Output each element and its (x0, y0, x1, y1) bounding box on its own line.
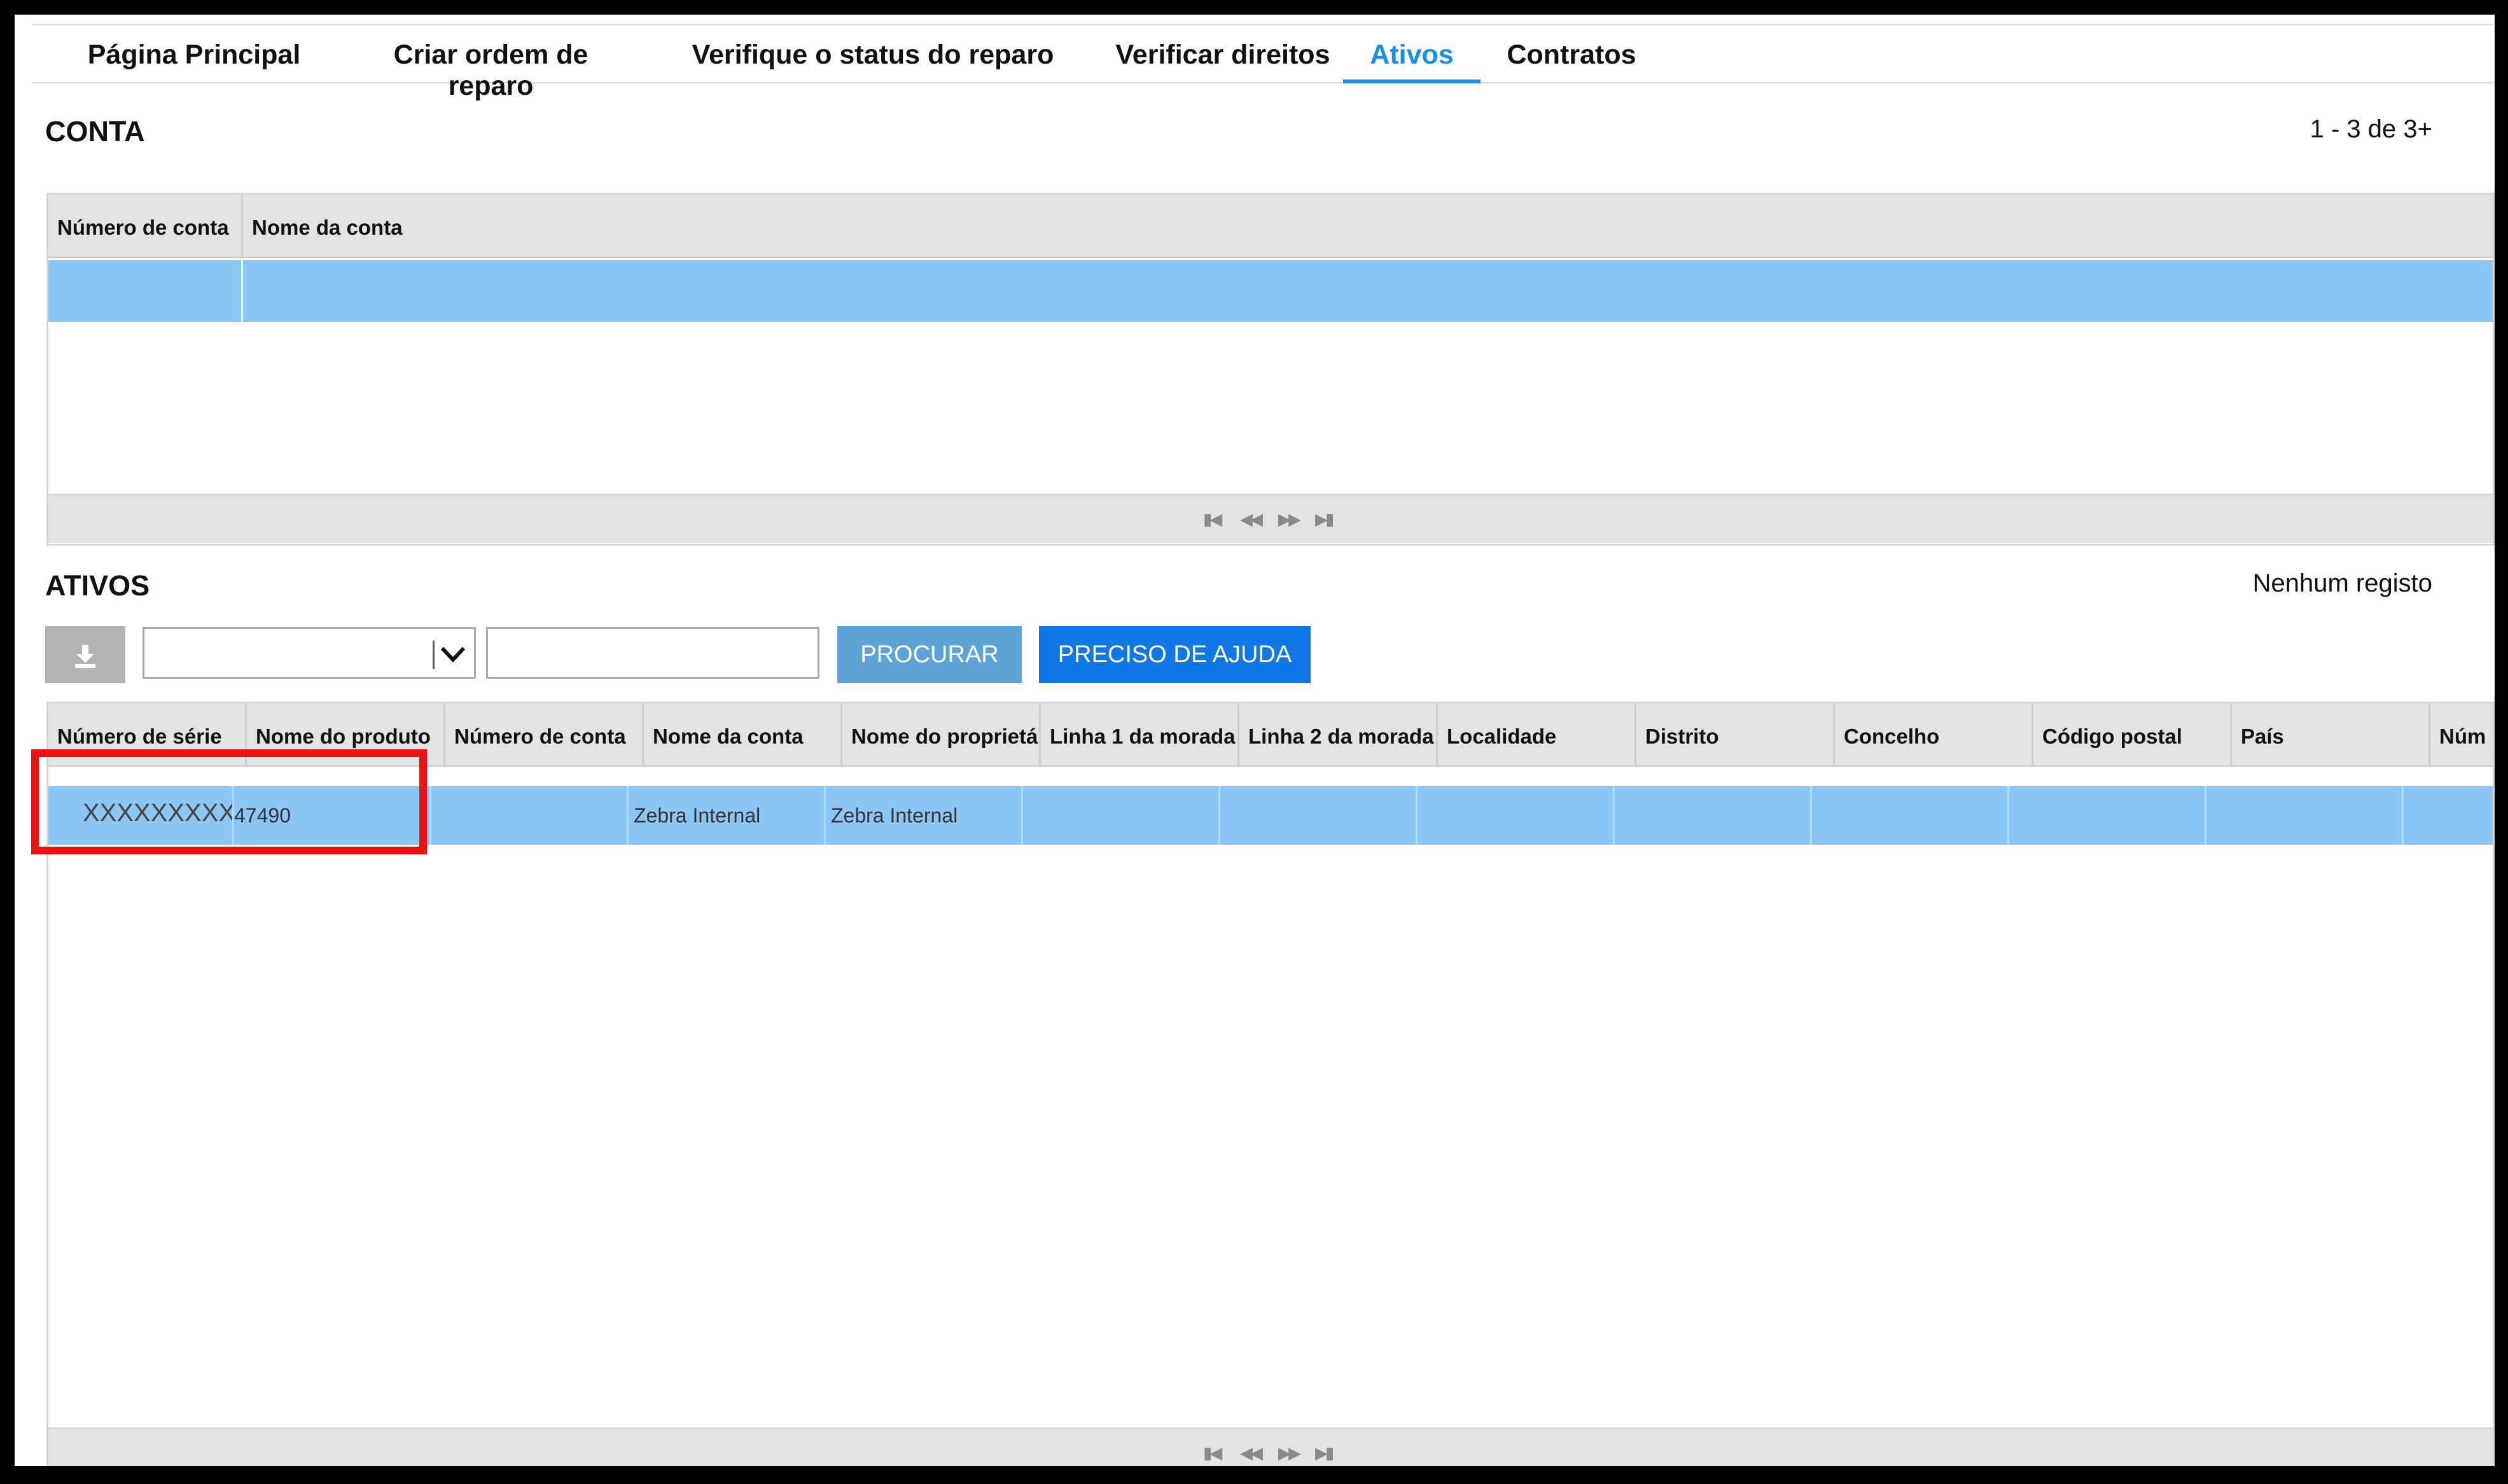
select-divider (433, 641, 435, 669)
chevron-down-icon (440, 646, 466, 663)
tab-contratos[interactable]: Contratos (1482, 25, 1661, 83)
tab-verifique-status-reparo[interactable]: Verifique o status do reparo (686, 25, 1059, 83)
highlight-box (31, 749, 427, 854)
cell-linha-1-da-morada: Zebra Internal (826, 786, 1023, 845)
prev-page-icon[interactable]: ◀◀ (1240, 510, 1263, 529)
tab-pagina-principal[interactable]: Página Principal (76, 25, 312, 83)
top-navigation: Página Principal Criar ordem de reparo V… (32, 24, 2493, 101)
first-page-icon[interactable]: ▮◀ (1203, 510, 1222, 529)
cell-nome-da-conta (431, 786, 629, 845)
cell-localidade (1220, 786, 1418, 845)
column-header-nome-da-conta[interactable]: Nome da conta (644, 704, 842, 765)
search-field-select[interactable] (143, 627, 476, 679)
procurar-button[interactable]: PROCURAR (837, 626, 1022, 683)
column-header-numero-de-conta[interactable]: Número de conta (48, 195, 243, 256)
column-header-nome-da-conta[interactable]: Nome da conta (243, 195, 2493, 256)
ativos-pager: ▮◀ ◀◀ ▶▶ ▶▮ (48, 1427, 2493, 1466)
preciso-de-ajuda-button[interactable]: PRECISO DE AJUDA (1039, 626, 1311, 683)
column-header-codigo-postal[interactable]: Código postal (2033, 704, 2232, 765)
column-header-linha-2-da-morada[interactable]: Linha 2 da morada (1239, 704, 1438, 765)
cell-extra (2206, 786, 2404, 845)
cell-numero-de-conta (48, 260, 243, 322)
ativos-record-count: Nenhum registo (2252, 569, 2432, 597)
cell-nome-do-proprietario: Zebra Internal (629, 786, 826, 845)
prev-page-icon[interactable]: ◀◀ (1240, 1443, 1263, 1463)
column-header-numero-de-conta[interactable]: Número de conta (445, 704, 644, 765)
cell-concelho (1615, 786, 1812, 845)
column-header-linha-1-da-morada[interactable]: Linha 1 da morada (1041, 704, 1239, 765)
column-header-concelho[interactable]: Concelho (1835, 704, 2033, 765)
conta-grid-header: Número de conta Nome da conta (48, 195, 2493, 258)
cell-nome-da-conta (243, 260, 2493, 322)
cell-numero (2404, 786, 2493, 845)
last-page-icon[interactable]: ▶▮ (1315, 1443, 1334, 1463)
tab-ativos[interactable]: Ativos (1343, 25, 1480, 83)
cell-pais (2009, 786, 2206, 845)
download-button[interactable] (45, 626, 125, 683)
table-row[interactable] (48, 260, 2493, 322)
column-header-numero[interactable]: Núm (2430, 704, 2493, 765)
cell-linha-2-da-morada (1023, 786, 1220, 845)
column-header-pais[interactable]: País (2232, 704, 2430, 765)
conta-section-title: CONTA (45, 115, 145, 148)
conta-pager: ▮◀ ◀◀ ▶▶ ▶▮ (48, 494, 2493, 543)
column-header-localidade[interactable]: Localidade (1438, 704, 1636, 765)
ativos-section-title: ATIVOS (45, 569, 150, 602)
app-frame: Página Principal Criar ordem de reparo V… (15, 15, 2495, 1466)
search-input[interactable] (486, 627, 819, 679)
cell-codigo-postal (1812, 786, 2009, 845)
next-page-icon[interactable]: ▶▶ (1278, 510, 1301, 529)
last-page-icon[interactable]: ▶▮ (1315, 510, 1334, 529)
column-header-nome-do-proprietario[interactable]: Nome do proprietár (842, 704, 1041, 765)
first-page-icon[interactable]: ▮◀ (1203, 1443, 1222, 1463)
cell-distrito (1418, 786, 1615, 845)
tab-criar-ordem-de-reparo[interactable]: Criar ordem de reparo (349, 25, 633, 101)
conta-grid: Número de conta Nome da conta ▮◀ ◀◀ ▶▶ ▶… (46, 193, 2495, 546)
column-header-distrito[interactable]: Distrito (1636, 704, 1835, 765)
download-icon (75, 645, 95, 668)
tab-verificar-direitos[interactable]: Verificar direitos (1102, 25, 1344, 83)
next-page-icon[interactable]: ▶▶ (1278, 1443, 1301, 1463)
conta-record-count: 1 - 3 de 3+ (2309, 115, 2432, 143)
